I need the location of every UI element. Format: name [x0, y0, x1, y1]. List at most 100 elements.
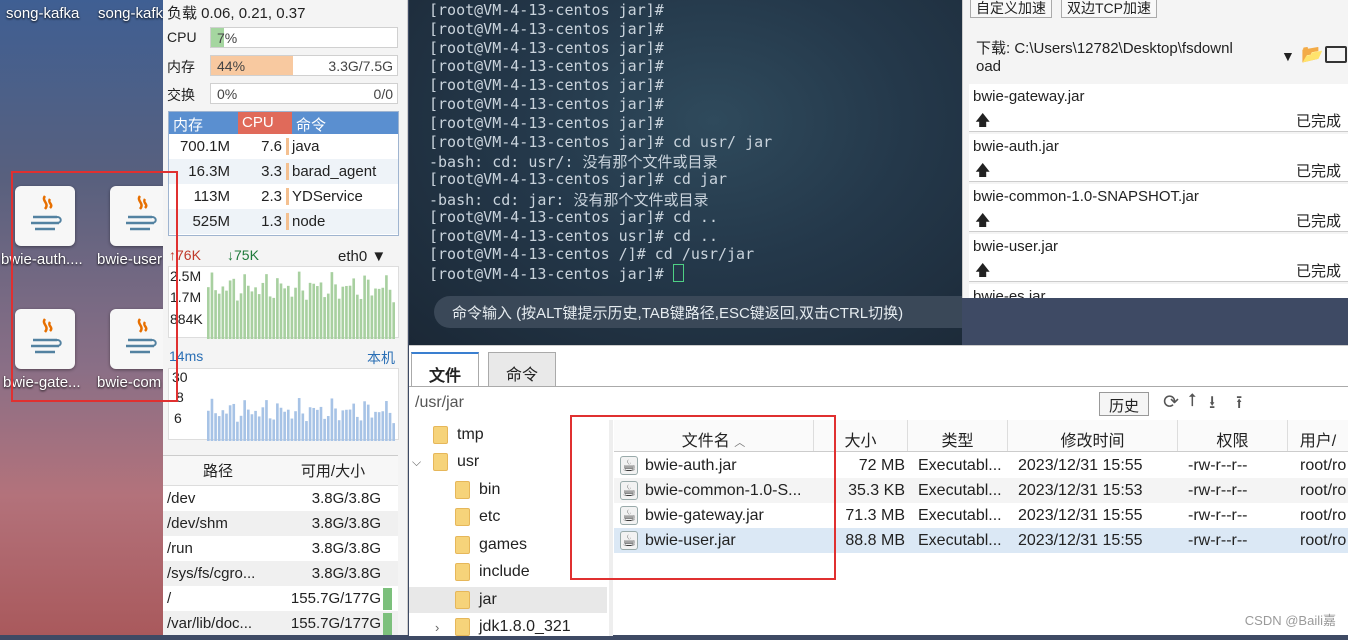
download-panel: 自定义加速 双边TCP加速 下载: C:\Users\12782\Desktop… — [962, 0, 1348, 298]
net-interface-select[interactable]: eth0 ▼ — [338, 248, 386, 265]
custom-accel-button[interactable]: 自定义加速 — [970, 0, 1052, 18]
tree-item-jdk[interactable]: › jdk1.8.0_321 — [435, 614, 571, 640]
disk-row[interactable]: /var/lib/doc... 155.7G/177G — [163, 611, 398, 635]
tab-commands[interactable]: 命令 — [488, 352, 557, 386]
ping-host[interactable]: 本机 — [367, 348, 395, 368]
tree-item-usr[interactable]: ⌵ usr — [412, 449, 479, 475]
pingsvg-bar — [345, 409, 348, 441]
disk-table-header: 路径 可用/大小 — [163, 456, 398, 486]
path-input[interactable]: /usr/jar — [415, 394, 464, 412]
header-path[interactable]: 路径 — [163, 460, 273, 481]
netsvg-bar — [319, 282, 323, 339]
disk-table: 路径 可用/大小 /dev 3.8G/3.8G /dev/shm 3.8G/3.8G… — [163, 455, 398, 635]
up-dir-icon[interactable]: ⭡ — [1188, 390, 1196, 411]
terminal-line: [root@VM-4-13-centos jar]# — [429, 113, 664, 132]
download-item-name: bwie-es.jar — [973, 288, 1046, 298]
tree-item-etc[interactable]: etc — [455, 504, 500, 530]
download-icon[interactable]: ⭳ — [1209, 390, 1215, 420]
header-permissions[interactable]: 权限 — [1178, 420, 1288, 451]
download-item[interactable]: bwie-user.jar 🡅 已完成 — [969, 234, 1348, 282]
folder-open-icon[interactable]: 📂 — [1301, 44, 1323, 65]
tree-item-bin[interactable]: bin — [455, 477, 500, 503]
refresh-icon[interactable]: ⟳ — [1163, 391, 1179, 414]
tree-item-label: tmp — [457, 426, 484, 443]
netsvg-bar — [246, 285, 250, 339]
chevron-down-icon[interactable]: ▼ — [1281, 48, 1295, 64]
highlight-box-desktop-jars — [11, 171, 178, 402]
folder-icon[interactable] — [1325, 46, 1347, 63]
download-item[interactable]: bwie-common-1.0-SNAPSHOT.jar 🡅 已完成 — [969, 184, 1348, 232]
header-size[interactable]: 可用/大小 — [273, 460, 393, 481]
netsvg-bar — [279, 283, 283, 339]
disk-row[interactable]: /sys/fs/cgro... 3.8G/3.8G — [163, 561, 398, 586]
folder-icon — [455, 481, 470, 499]
pingsvg-bar — [236, 421, 239, 441]
netsvg-bar — [359, 298, 363, 339]
netsvg-bar — [366, 279, 370, 339]
process-row[interactable]: 113M 2.3 YDService — [169, 184, 398, 209]
header-user[interactable]: 用户/ — [1288, 420, 1348, 451]
process-row[interactable]: 525M 1.3 node — [169, 209, 398, 234]
header-cpu[interactable]: CPU — [238, 112, 292, 134]
tab-files[interactable]: 文件 — [411, 352, 480, 386]
desktop-label-song-kafka-2[interactable]: song-kafka — [98, 5, 163, 22]
process-table: 内存 CPU 命令 700.1M 7.6 java 16.3M 3.3 barad_ag… — [168, 111, 399, 236]
netsvg-bar — [232, 278, 236, 339]
terminal[interactable]: [root@VM-4-13-centos jar]# [root@VM-4-13-… — [409, 0, 962, 345]
pingsvg-bar — [210, 398, 214, 441]
tcp-accel-button[interactable]: 双边TCP加速 — [1061, 0, 1157, 18]
netsvg-bar — [312, 283, 316, 339]
arrow-up-icon: 🡅 — [975, 112, 991, 129]
tree-item-games[interactable]: games — [455, 532, 527, 558]
download-path[interactable]: 下载: C:\Users\12782\Desktop\fsdownl oad — [976, 37, 1233, 75]
folder-icon — [433, 426, 448, 444]
terminal-line: [root@VM-4-13-centos jar]# cd jar — [429, 170, 728, 189]
chevron-down-icon[interactable]: ⌵ — [412, 455, 433, 470]
terminal-line: [root@VM-4-13-centos jar]# — [429, 264, 684, 283]
download-item[interactable]: bwie-gateway.jar 🡅 已完成 — [969, 84, 1348, 132]
netsvg-bar — [276, 278, 279, 339]
path-bar[interactable]: /usr/jar 历史 ⟳ ⭡ ⭳ ⭱ — [409, 386, 1348, 418]
process-row[interactable]: 700.1M 7.6 java — [169, 134, 398, 159]
pingsvg-bar — [381, 411, 385, 441]
ping-graph — [168, 368, 399, 441]
chevron-right-icon[interactable]: › — [435, 620, 455, 635]
pingsvg-bar — [352, 403, 356, 441]
upload-icon[interactable]: ⭱ — [1236, 390, 1242, 420]
netsvg-bar — [301, 290, 305, 339]
disk-row[interactable]: /run 3.8G/3.8G — [163, 536, 398, 561]
tree-item-include[interactable]: include — [455, 559, 530, 585]
history-button[interactable]: 历史 — [1099, 392, 1150, 416]
network-bars — [207, 271, 395, 339]
netsvg-bar — [239, 293, 243, 339]
pingsvg-bar — [217, 416, 221, 441]
pingsvg-bar — [366, 404, 370, 441]
process-row[interactable]: 16.3M 3.3 barad_agent — [169, 159, 398, 184]
disk-row[interactable]: / 155.7G/177G — [163, 586, 398, 611]
process-cpu: 1.3 — [233, 213, 289, 230]
pingsvg-bar — [232, 403, 236, 441]
header-modified[interactable]: 修改时间 — [1008, 420, 1178, 451]
download-item-name: bwie-common-1.0-SNAPSHOT.jar — [973, 188, 1199, 205]
cpu-usage-text: 7% — [217, 30, 238, 46]
pingsvg-bar — [370, 417, 374, 441]
header-memory[interactable]: 内存 — [169, 112, 238, 134]
file-user: root/ro — [1300, 506, 1347, 524]
tree-item-tmp[interactable]: tmp — [433, 422, 484, 448]
download-item[interactable]: bwie-es.jar — [969, 284, 1348, 298]
process-mem: 113M — [193, 188, 230, 205]
pingsvg-bar — [341, 410, 345, 441]
pingsvg-bar — [268, 418, 272, 441]
tree-item-label: usr — [457, 453, 480, 470]
tree-item-jar[interactable]: jar — [409, 587, 607, 613]
disk-row[interactable]: /dev 3.8G/3.8G — [163, 486, 398, 511]
desktop-label-song-kafka[interactable]: song-kafka — [6, 5, 79, 22]
command-input[interactable]: 命令输入 (按ALT键提示历史,TAB键路径,ESC键返回,双击CTRL切换) — [434, 296, 962, 328]
disk-row[interactable]: /dev/shm 3.8G/3.8G — [163, 511, 398, 536]
netsvg-bar — [352, 278, 356, 339]
pingsvg-bar — [312, 407, 316, 441]
download-item[interactable]: bwie-auth.jar 🡅 已完成 — [969, 134, 1348, 182]
header-type[interactable]: 类型 — [908, 420, 1008, 451]
header-command[interactable]: 命令 — [292, 112, 330, 134]
download-item-name: bwie-user.jar — [973, 238, 1059, 255]
